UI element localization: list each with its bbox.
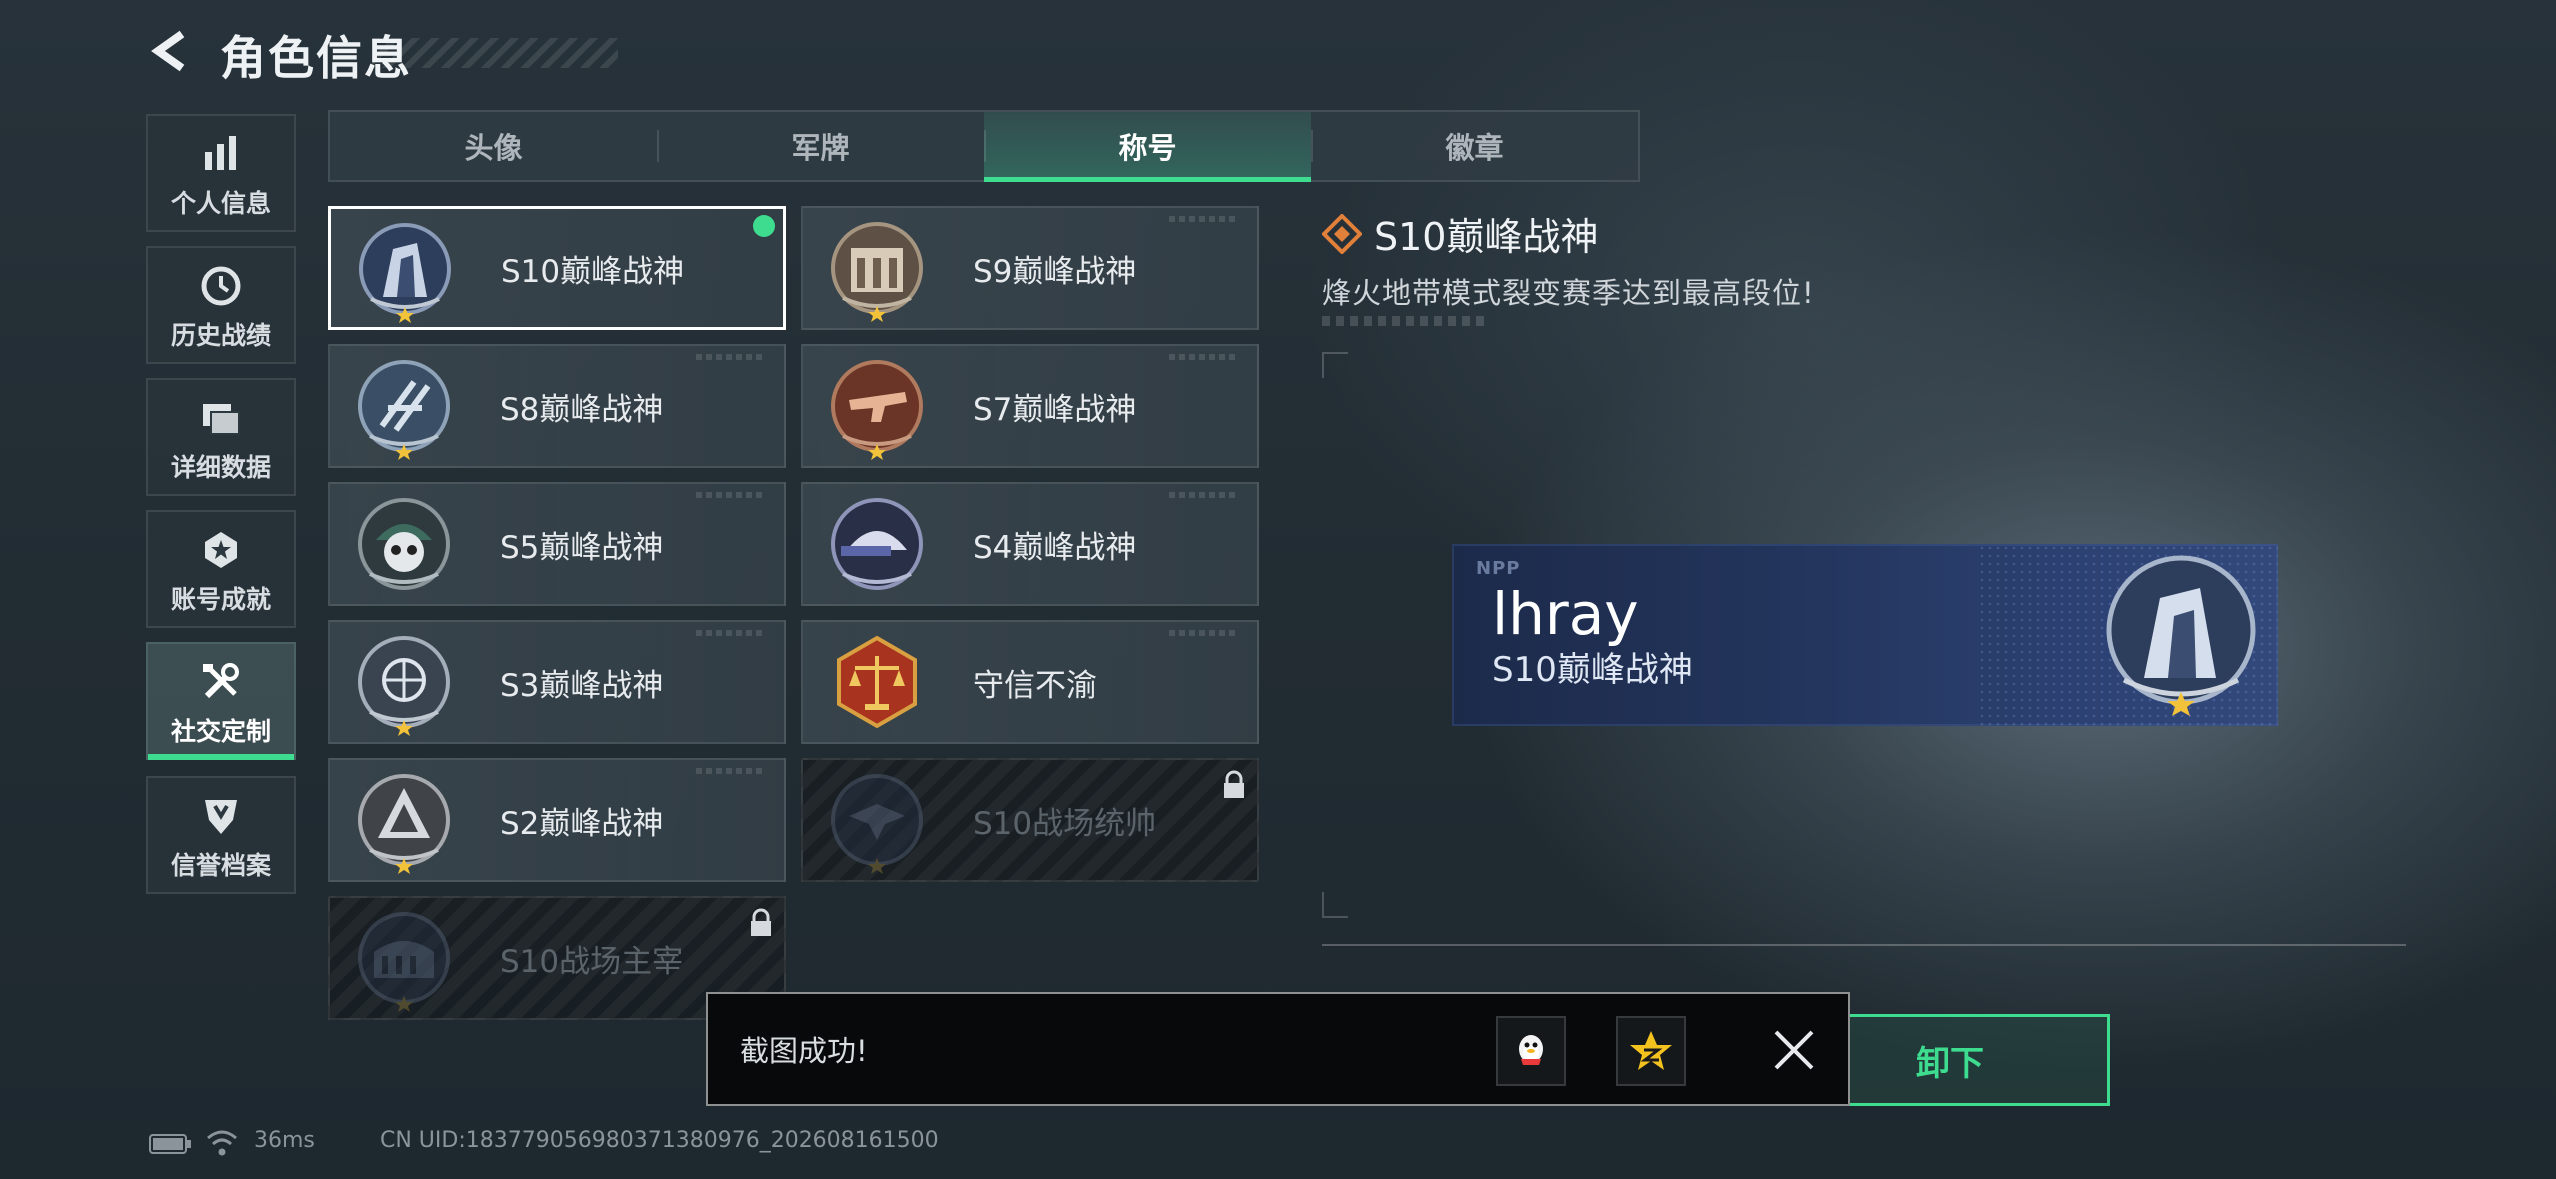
s2-peak-emblem-icon <box>358 774 450 874</box>
title-card-s10-commander[interactable]: S10战场统帅 <box>801 758 1259 882</box>
divider <box>1322 944 2406 946</box>
sidebar-item-history[interactable]: 历史战绩 <box>146 246 296 364</box>
lock-icon <box>1224 770 1244 798</box>
wifi-icon <box>207 1130 237 1156</box>
s10-peak-emblem-icon <box>2106 555 2256 716</box>
s3-peak-emblem-icon <box>358 636 450 736</box>
s8-peak-emblem-icon <box>358 360 450 460</box>
sidebar-item-label: 账号成就 <box>170 585 271 614</box>
title-card-s5-peak[interactable]: S5巅峰战神 <box>328 482 786 606</box>
card-decoration <box>1169 492 1239 498</box>
sidebar-item-label: 社交定制 <box>170 717 271 746</box>
share-qzone-button[interactable] <box>1616 1016 1686 1086</box>
sidebar-item-label: 详细数据 <box>170 453 271 482</box>
s5-peak-emblem-icon <box>358 498 450 590</box>
back-arrow-icon[interactable] <box>146 28 192 74</box>
title-card-trustworthy[interactable]: 守信不渝 <box>801 620 1259 744</box>
title-name: S4巅峰战神 <box>973 529 1137 566</box>
title-name: S2巅峰战神 <box>500 805 664 842</box>
card-decoration <box>1169 216 1239 222</box>
sidebar-item-label: 个人信息 <box>170 189 271 218</box>
ping-value: 36ms <box>254 1128 315 1153</box>
uid-text: CN UID:18377905698037138097​6_2026081615… <box>380 1128 939 1153</box>
card-decoration <box>1169 354 1239 360</box>
title-name: S3巅峰战神 <box>500 667 664 704</box>
tab-avatar[interactable]: 头像 <box>330 112 657 180</box>
folder-icon <box>203 404 240 435</box>
title-name: S5巅峰战神 <box>500 529 664 566</box>
screenshot-toast: 截图成功! <box>706 992 1850 1106</box>
qzone-star-icon <box>1630 1031 1672 1070</box>
scales-emblem-icon <box>837 635 917 729</box>
title-name: S9巅峰战神 <box>973 253 1137 290</box>
tab-badge[interactable]: 徽章 <box>1311 112 1638 180</box>
sidebar-item-reputation[interactable]: 信誉档案 <box>146 776 296 894</box>
s10-commander-emblem-icon <box>831 774 923 874</box>
card-decoration <box>696 768 766 774</box>
s10-peak-emblem-icon <box>359 223 451 323</box>
title-card-s3-peak[interactable]: S3巅峰战神 <box>328 620 786 744</box>
s4-peak-emblem-icon <box>831 498 923 590</box>
battery-icon <box>149 1134 191 1154</box>
lock-icon <box>751 908 771 936</box>
title-card-s7-peak[interactable]: S7巅峰战神 <box>801 344 1259 468</box>
title-card-s9-peak[interactable]: S9巅峰战神 <box>801 206 1259 330</box>
title-name: S8巅峰战神 <box>500 391 664 428</box>
card-decoration <box>1169 630 1239 636</box>
card-decoration <box>696 492 766 498</box>
sidebar-item-label: 历史战绩 <box>170 321 271 350</box>
banner-title: S10巅峰战神 <box>1492 650 1693 690</box>
sidebar-item-social-custom[interactable]: 社交定制 <box>146 642 296 760</box>
title-name: S10战场主宰 <box>500 943 684 980</box>
title-decoration <box>372 38 618 68</box>
s9-peak-emblem-icon <box>831 222 923 322</box>
banner-logo: NPP <box>1476 558 1521 579</box>
title-name: S7巅峰战神 <box>973 391 1137 428</box>
unequip-label: 卸下 <box>1916 1043 1984 1084</box>
card-decoration <box>696 630 766 636</box>
player-name: lhray <box>1492 580 1639 648</box>
tab-title[interactable]: 称号 <box>984 112 1311 182</box>
title-name: S10巅峰战神 <box>501 253 685 290</box>
sidebar-item-detail-data[interactable]: 详细数据 <box>146 378 296 496</box>
medal-icon <box>205 532 237 568</box>
share-qq-button[interactable] <box>1496 1016 1566 1086</box>
title-card-s2-peak[interactable]: S2巅峰战神 <box>328 758 786 882</box>
title-card-s10-peak[interactable]: S10巅峰战神 <box>328 206 786 330</box>
toast-message: 截图成功! <box>740 1034 868 1068</box>
s7-peak-emblem-icon <box>831 360 923 460</box>
s10-dominator-emblem-icon <box>358 912 450 1012</box>
close-icon[interactable] <box>1768 1024 1820 1076</box>
detail-decoration <box>1322 316 1488 326</box>
bar-chart-icon <box>205 136 236 170</box>
sidebar-item-label: 信誉档案 <box>170 851 271 880</box>
detail-description: 烽火地带模式裂变赛季达到最高段位! <box>1322 276 1815 310</box>
frame-corner <box>1322 892 1348 918</box>
title-banner-preview: NPP lhray S10巅峰战神 <box>1452 544 2278 726</box>
tab-bar: 头像 军牌 称号 徽章 <box>328 110 1640 182</box>
clock-icon <box>201 266 241 306</box>
shield-icon <box>205 800 237 834</box>
card-decoration <box>696 354 766 360</box>
title-card-s4-peak[interactable]: S4巅峰战神 <box>801 482 1259 606</box>
qq-icon <box>1519 1035 1543 1065</box>
tools-icon <box>203 663 239 699</box>
equipped-indicator <box>753 215 775 237</box>
detail-title: S10巅峰战神 <box>1374 215 1599 259</box>
sidebar-item-achievements[interactable]: 账号成就 <box>146 510 296 628</box>
title-name: S10战场统帅 <box>973 805 1157 842</box>
frame-corner <box>1322 352 1348 378</box>
title-card-s8-peak[interactable]: S8巅峰战神 <box>328 344 786 468</box>
tab-dog-tag[interactable]: 军牌 <box>657 112 984 180</box>
sidebar-item-personal-info[interactable]: 个人信息 <box>146 114 296 232</box>
title-diamond-icon <box>1322 214 1362 254</box>
title-name: 守信不渝 <box>973 667 1097 704</box>
